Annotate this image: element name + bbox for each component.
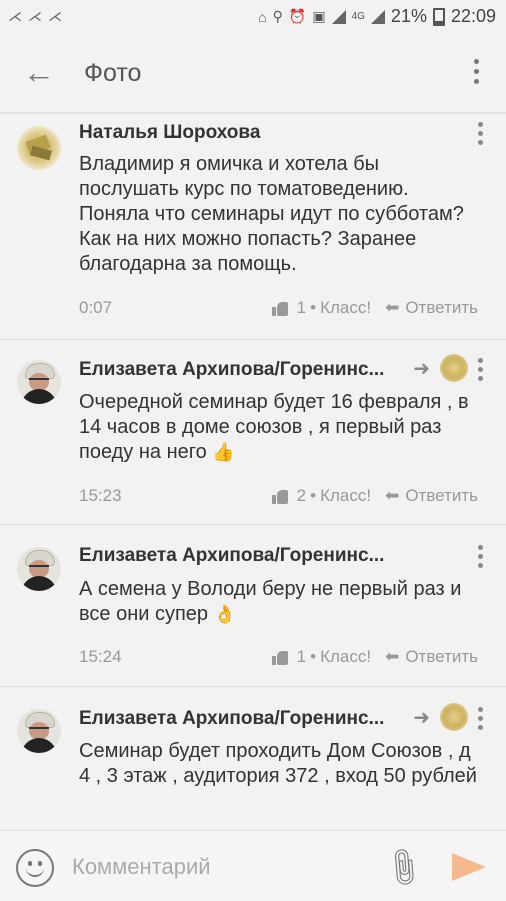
like-count: 2 [296, 486, 307, 505]
thumbs-up-emoji: 👍 [212, 442, 235, 462]
sim-icon: ▣ [312, 8, 326, 24]
reply-icon[interactable]: ⬅ [385, 486, 399, 506]
send-icon[interactable] [452, 853, 486, 881]
signal-icon [331, 9, 346, 24]
battery-percent: 21% [390, 6, 427, 26]
reply-button[interactable]: Ответить [405, 486, 478, 506]
reply-to-avatar[interactable] [440, 354, 468, 382]
comment-author[interactable]: Елизавета Архипова/Горенинс... [79, 545, 384, 567]
comment-item: Наталья Шорохова Владимир я омичка и хот… [0, 114, 506, 339]
app-bar: ← Фото [0, 33, 506, 113]
comment-time: 15:24 [79, 647, 122, 666]
bullet-separator: • [310, 486, 317, 505]
like-count: 1 [296, 298, 307, 317]
status-bar: ⋌ ⋌ ⋌ ⌂ ⚲ ⏰ ▣ 4G 21% 22:09 [0, 0, 506, 33]
comment-item: Елизавета Архипова/Горенинс... А семена … [0, 525, 506, 685]
avatar[interactable] [17, 709, 61, 753]
back-arrow-icon[interactable]: ← [22, 56, 56, 91]
comment-text: Семинар будет проходить Дом Союзов , д 4… [79, 740, 477, 787]
comment-item: Елизавета Архипова/Горенинс... ➜ Очередн… [0, 340, 506, 525]
bullet-separator: • [310, 298, 317, 317]
comment-actions: 1 • Класс! ⬅ Ответить [271, 647, 478, 667]
comment-text: А семена у Володи беру не первый раз и в… [79, 577, 484, 627]
network-label: 4G [351, 11, 365, 22]
bullet-separator: • [310, 647, 317, 666]
comment-item: Елизавета Архипова/Горенинс... ➜ Семинар… [0, 687, 506, 830]
reply-icon[interactable]: ⬅ [385, 647, 399, 667]
comment-time: 0:07 [79, 298, 113, 317]
comment-author[interactable]: Елизавета Архипова/Горенинс... [79, 708, 384, 730]
notification-icons: ⋌ ⋌ ⋌ [8, 8, 62, 25]
comment-text: Очередной семинар будет 16 февраля , в 1… [79, 390, 484, 465]
avatar[interactable] [17, 126, 61, 170]
like-button[interactable]: Класс! [320, 298, 371, 318]
comments-list[interactable]: Наталья Шорохова Владимир я омичка и хот… [0, 114, 506, 830]
comment-menu-icon[interactable] [478, 545, 484, 571]
reply-to-arrow-icon: ➜ [413, 358, 430, 380]
comment-text-content: А семена у Володи беру не первый раз и в… [79, 578, 462, 625]
comment-author[interactable]: Елизавета Архипова/Горенинс... [79, 359, 384, 381]
attach-icon[interactable]: 📎︎ [379, 843, 427, 891]
reply-icon[interactable]: ⬅ [385, 298, 399, 318]
reply-button[interactable]: Ответить [405, 647, 478, 667]
avatar[interactable] [17, 547, 61, 591]
alarm-icon: ⏰ [288, 8, 307, 24]
like-icon[interactable] [271, 650, 289, 665]
signal-icon-2 [370, 9, 385, 24]
like-button[interactable]: Класс! [320, 647, 371, 667]
comment-author[interactable]: Наталья Шорохова [79, 122, 260, 144]
comment-text-content: Очередной семинар будет 16 февраля , в 1… [79, 391, 469, 463]
like-icon[interactable] [271, 489, 289, 504]
avatar[interactable] [17, 360, 61, 404]
notification-icon: ⋌ [28, 8, 42, 24]
emoji-icon[interactable] [16, 849, 54, 887]
ok-hand-emoji: 👌 [213, 604, 237, 624]
comment-time: 15:23 [79, 486, 122, 505]
comment-input[interactable] [70, 849, 374, 885]
battery-icon [432, 7, 445, 26]
like-button[interactable]: Класс! [320, 486, 371, 506]
overflow-menu-icon[interactable] [472, 59, 480, 89]
notification-icon: ⋌ [8, 8, 22, 24]
location-icon: ⚲ [272, 8, 283, 24]
lock-icon: ⌂ [258, 8, 267, 25]
comment-text: Владимир я омичка и хотела бы послушать … [79, 153, 464, 275]
comment-actions: 2 • Класс! ⬅ Ответить [271, 486, 478, 506]
reply-to-arrow-icon: ➜ [413, 707, 430, 729]
comment-input-bar: 📎︎ [0, 830, 506, 901]
comment-menu-icon[interactable] [478, 122, 484, 148]
comment-actions: 1 • Класс! ⬅ Ответить [271, 298, 478, 318]
page-title: Фото [84, 59, 142, 87]
reply-button[interactable]: Ответить [405, 298, 478, 318]
like-count: 1 [296, 647, 307, 666]
clock: 22:09 [450, 6, 496, 26]
notification-icon: ⋌ [48, 8, 62, 24]
reply-to-avatar[interactable] [440, 703, 468, 731]
comment-menu-icon[interactable] [478, 707, 484, 733]
comment-menu-icon[interactable] [478, 358, 484, 384]
like-icon[interactable] [271, 301, 289, 316]
